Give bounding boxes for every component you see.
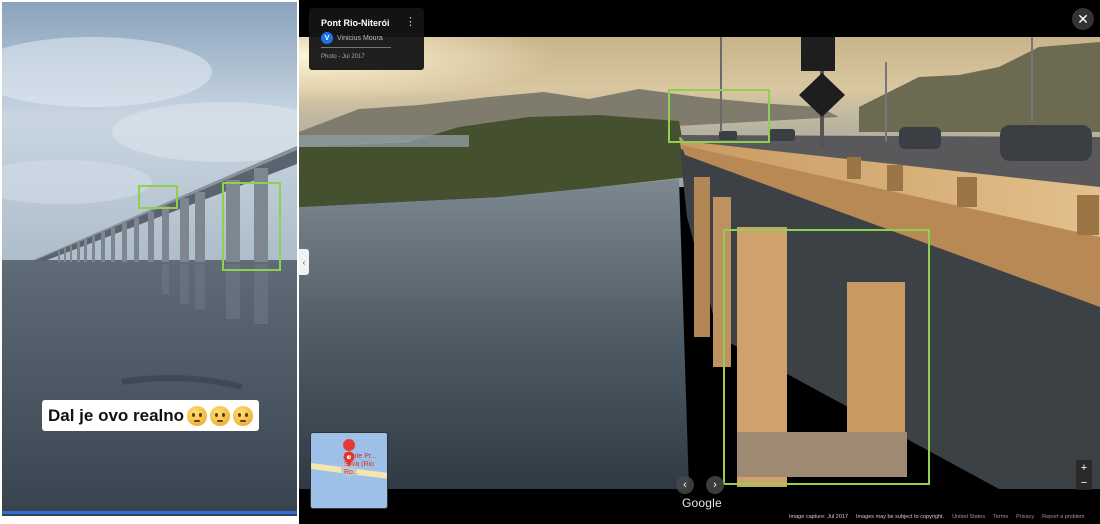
- bridge-video-frame: [2, 2, 297, 516]
- video-panel: Dal je ovo realno: [2, 2, 297, 516]
- minimap-place-label: Ponte Pr... Silva (Rio Ro...: [344, 453, 377, 476]
- privacy-link[interactable]: Privacy: [1016, 514, 1034, 520]
- place-title: Pont Rio-Niterói: [321, 18, 390, 28]
- close-icon[interactable]: ✕: [1072, 8, 1094, 30]
- more-options-icon[interactable]: ⋮: [405, 17, 416, 28]
- street-view-panel[interactable]: Pont Rio-Niterói ⋮ V Vinicius Moura Phot…: [299, 0, 1100, 524]
- previous-photo-button[interactable]: ‹: [676, 476, 694, 494]
- avatar: V: [321, 32, 333, 44]
- divider: [321, 47, 391, 48]
- terms-link[interactable]: Terms: [993, 514, 1008, 520]
- footer-bar: Image capture: Jul 2017 Images may be su…: [789, 514, 1085, 520]
- video-caption: Dal je ovo realno: [42, 400, 260, 431]
- next-photo-button[interactable]: ›: [706, 476, 724, 494]
- google-logo: Google: [682, 496, 722, 510]
- author-name[interactable]: Vinicius Moura: [337, 35, 383, 42]
- video-progress-bar[interactable]: [2, 511, 297, 514]
- copyright-notice: Images may be subject to copyright.: [856, 514, 945, 520]
- photo-date: Photo - Jul 2017: [321, 54, 365, 60]
- caption-text: Dal je ovo realno: [48, 405, 185, 425]
- minimap[interactable]: Ponte Pr... Silva (Rio Ro...: [310, 432, 388, 509]
- screenshot-comparison: Dal je ovo realno Pont Rio-Niterói ⋮ V V…: [0, 0, 1100, 524]
- collapse-panel-button[interactable]: ‹: [299, 249, 309, 275]
- photo-author[interactable]: V Vinicius Moura: [321, 32, 383, 44]
- zoom-control[interactable]: + −: [1076, 460, 1092, 490]
- confused-face-icon: [210, 405, 231, 426]
- photo-info-card: Pont Rio-Niterói ⋮ V Vinicius Moura Phot…: [309, 8, 424, 70]
- confused-face-icon: [187, 405, 208, 426]
- country-link[interactable]: United States: [952, 514, 985, 520]
- street-view-photo[interactable]: [299, 37, 1100, 489]
- report-problem-link[interactable]: Report a problem: [1042, 514, 1085, 520]
- zoom-in-icon[interactable]: +: [1081, 462, 1087, 474]
- zoom-out-icon[interactable]: −: [1081, 477, 1087, 489]
- confused-face-icon: [233, 405, 254, 426]
- image-capture-date: Image capture: Jul 2017: [789, 514, 849, 520]
- video-progress-fill: [2, 511, 297, 514]
